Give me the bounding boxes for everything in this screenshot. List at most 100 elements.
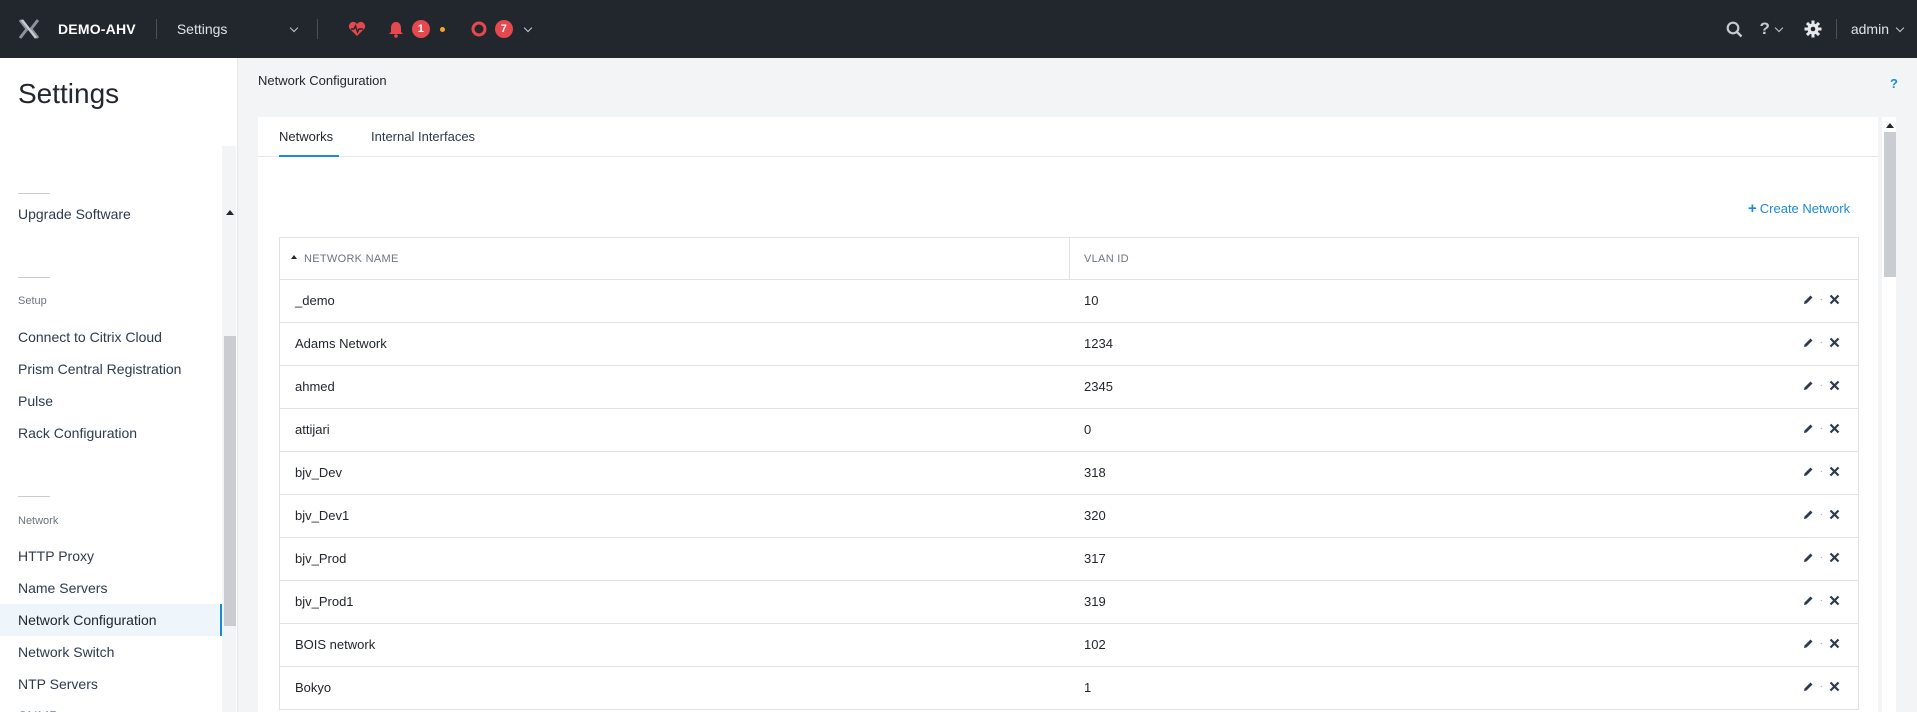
section-label-network: Network: [18, 515, 59, 527]
user-menu[interactable]: admin: [1837, 21, 1917, 37]
delete-x-icon[interactable]: [1829, 509, 1840, 520]
tab-bar: Networks Internal Interfaces: [258, 117, 1878, 157]
edit-pencil-icon[interactable]: [1803, 294, 1814, 305]
vlan-id-cell: 1: [1084, 680, 1092, 695]
topbar-right-group: ? admin: [1718, 0, 1917, 58]
cluster-name[interactable]: DEMO-AHV: [58, 21, 136, 37]
vlan-id-cell: 0: [1084, 422, 1092, 437]
action-separator: ·: [1819, 423, 1823, 434]
edit-pencil-icon[interactable]: [1803, 552, 1814, 563]
network-name-cell: bjv_Dev1: [295, 508, 350, 523]
chevron-down-icon[interactable]: [523, 23, 533, 32]
action-separator: ·: [1819, 509, 1823, 520]
sidebar-item-rack-configuration[interactable]: Rack Configuration: [0, 417, 220, 449]
page-title: Network Configuration: [258, 73, 387, 88]
delete-x-icon[interactable]: [1829, 380, 1840, 391]
active-tab-indicator: [279, 155, 339, 157]
network-name-cell: ahmed: [295, 379, 335, 394]
sidebar-item-ntp-servers[interactable]: NTP Servers: [0, 668, 220, 700]
delete-x-icon[interactable]: [1829, 337, 1840, 348]
table-row[interactable]: bjv_Prod 317 ·: [280, 538, 1858, 581]
warning-dot-icon: [439, 26, 445, 32]
delete-x-icon[interactable]: [1829, 466, 1840, 477]
create-network-button[interactable]: + Create Network: [1748, 200, 1850, 217]
help-icon: ?: [1759, 19, 1770, 38]
edit-pencil-icon[interactable]: [1803, 638, 1814, 649]
sidebar-item-prism-central-registration[interactable]: Prism Central Registration: [0, 353, 220, 385]
table-row[interactable]: Adams Network 1234 ·: [280, 323, 1858, 366]
row-actions: ·: [1803, 552, 1840, 563]
sidebar-item-network-configuration[interactable]: Network Configuration: [0, 604, 222, 636]
sidebar-item-pulse[interactable]: Pulse: [0, 385, 220, 417]
edit-pencil-icon[interactable]: [1803, 595, 1814, 606]
events-ring-icon[interactable]: [471, 21, 487, 37]
table-row[interactable]: _demo 10 ·: [280, 280, 1858, 323]
nutanix-logo-icon[interactable]: [0, 0, 58, 58]
edit-pencil-icon[interactable]: [1803, 380, 1814, 391]
main-scrollbar-thumb[interactable]: [1884, 132, 1896, 277]
row-actions: ·: [1803, 423, 1840, 434]
action-separator: ·: [1819, 595, 1823, 606]
vlan-id-cell: 317: [1084, 551, 1106, 566]
plus-icon: +: [1748, 200, 1757, 217]
delete-x-icon[interactable]: [1829, 423, 1840, 434]
top-navigation-bar: DEMO-AHV Settings 1 7 ? admin: [0, 0, 1917, 58]
tab-networks[interactable]: Networks: [279, 129, 333, 144]
table-row[interactable]: Bokyo 1 ·: [280, 667, 1858, 710]
vlan-id-cell: 319: [1084, 594, 1106, 609]
row-actions: ·: [1803, 466, 1840, 477]
row-actions: ·: [1803, 595, 1840, 606]
sidebar-item-connect-citrix-cloud[interactable]: Connect to Citrix Cloud: [0, 321, 220, 353]
sidebar-item-network-switch[interactable]: Network Switch: [0, 636, 220, 668]
table-row[interactable]: bjv_Dev1 320 ·: [280, 495, 1858, 538]
column-divider: [1069, 238, 1070, 280]
vlan-id-cell: 2345: [1084, 379, 1113, 394]
table-row[interactable]: BOIS network 102 ·: [280, 624, 1858, 667]
tab-internal-interfaces[interactable]: Internal Interfaces: [371, 129, 475, 144]
table-row[interactable]: attijari 0 ·: [280, 409, 1858, 452]
gear-icon[interactable]: [1790, 0, 1836, 58]
delete-x-icon[interactable]: [1829, 294, 1840, 305]
edit-pencil-icon[interactable]: [1803, 423, 1814, 434]
edit-pencil-icon[interactable]: [1803, 466, 1814, 477]
alert-count-badge[interactable]: 1: [411, 20, 430, 38]
action-separator: ·: [1819, 681, 1823, 692]
sidebar-item-upgrade-software[interactable]: Upgrade Software: [0, 198, 220, 230]
delete-x-icon[interactable]: [1829, 552, 1840, 563]
section-label-setup: Setup: [18, 295, 47, 307]
health-heart-icon[interactable]: [348, 21, 366, 37]
sidebar-item-snmp[interactable]: SNMP: [0, 700, 220, 712]
vlan-id-cell: 1234: [1084, 336, 1113, 351]
network-name-cell: BOIS network: [295, 637, 376, 652]
sidebar-item-name-servers[interactable]: Name Servers: [0, 572, 220, 604]
chevron-down-icon: [1895, 23, 1905, 32]
sidebar-scrollbar-thumb[interactable]: [224, 336, 236, 626]
edit-pencil-icon[interactable]: [1803, 509, 1814, 520]
networks-table: NETWORK NAME VLAN ID _demo 10 · Adams Netwo…: [279, 237, 1859, 710]
main-menu-dropdown[interactable]: Settings: [157, 21, 317, 37]
scroll-up-arrow-icon[interactable]: [226, 210, 234, 215]
column-header-vlan-id[interactable]: VLAN ID: [1084, 253, 1129, 265]
network-name-cell: bjv_Prod1: [295, 594, 354, 609]
create-network-label: Create Network: [1759, 201, 1851, 216]
help-menu[interactable]: ?: [1751, 0, 1789, 58]
bell-alert-icon[interactable]: [388, 21, 404, 38]
table-row[interactable]: bjv_Prod1 319 ·: [280, 581, 1858, 624]
help-icon[interactable]: ?: [1890, 76, 1898, 91]
table-row[interactable]: ahmed 2345 ·: [280, 366, 1858, 409]
topbar-divider: [316, 19, 318, 39]
network-name-cell: Adams Network: [295, 336, 387, 351]
table-row[interactable]: bjv_Dev 318 ·: [280, 452, 1858, 495]
divider: [18, 193, 50, 194]
delete-x-icon[interactable]: [1829, 595, 1840, 606]
event-count-badge[interactable]: 7: [494, 20, 513, 38]
search-icon[interactable]: [1718, 0, 1751, 58]
column-header-network-name[interactable]: NETWORK NAME: [304, 253, 399, 265]
delete-x-icon[interactable]: [1829, 638, 1840, 649]
edit-pencil-icon[interactable]: [1803, 681, 1814, 692]
sidebar-item-http-proxy[interactable]: HTTP Proxy: [0, 540, 220, 572]
sort-ascending-icon[interactable]: [291, 255, 297, 259]
delete-x-icon[interactable]: [1829, 681, 1840, 692]
scroll-up-arrow-icon[interactable]: [1886, 123, 1894, 128]
edit-pencil-icon[interactable]: [1803, 337, 1814, 348]
